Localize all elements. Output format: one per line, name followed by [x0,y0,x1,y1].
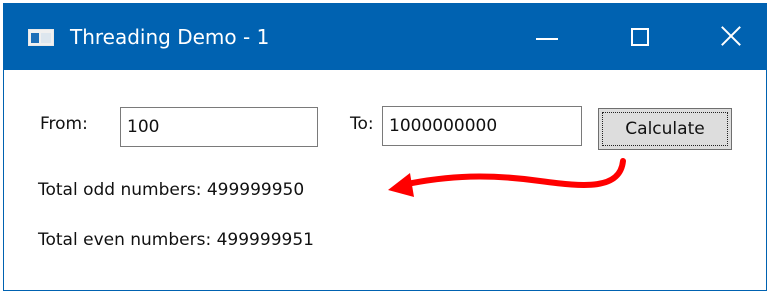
close-icon [718,23,744,49]
red-curved-arrow-icon [388,158,626,197]
even-result-value: 499999951 [216,230,314,250]
odd-result-value: 499999950 [206,180,305,200]
minimize-icon [536,38,558,40]
calculate-button[interactable]: Calculate [598,108,732,150]
arrow-head [388,173,414,197]
calculate-button-label: Calculate [625,119,705,139]
to-label: To: [350,114,374,134]
to-input[interactable] [382,106,582,146]
close-button[interactable] [698,4,764,70]
maximize-icon [631,28,649,46]
title-bar[interactable]: Threading Demo - 1 [4,4,766,70]
odd-result-label: Total odd numbers: [38,180,202,200]
window-title: Threading Demo - 1 [70,25,270,49]
app-window-icon [28,29,54,46]
even-result-label: Total even numbers: [38,230,212,250]
minimize-button[interactable] [514,4,580,70]
from-label: From: [40,114,88,134]
maximize-button[interactable] [608,4,674,70]
from-input[interactable] [120,107,318,147]
arrow-stroke [399,158,626,188]
odd-result: Total odd numbers: 499999950 [38,180,304,200]
even-result: Total even numbers: 499999951 [38,230,314,250]
